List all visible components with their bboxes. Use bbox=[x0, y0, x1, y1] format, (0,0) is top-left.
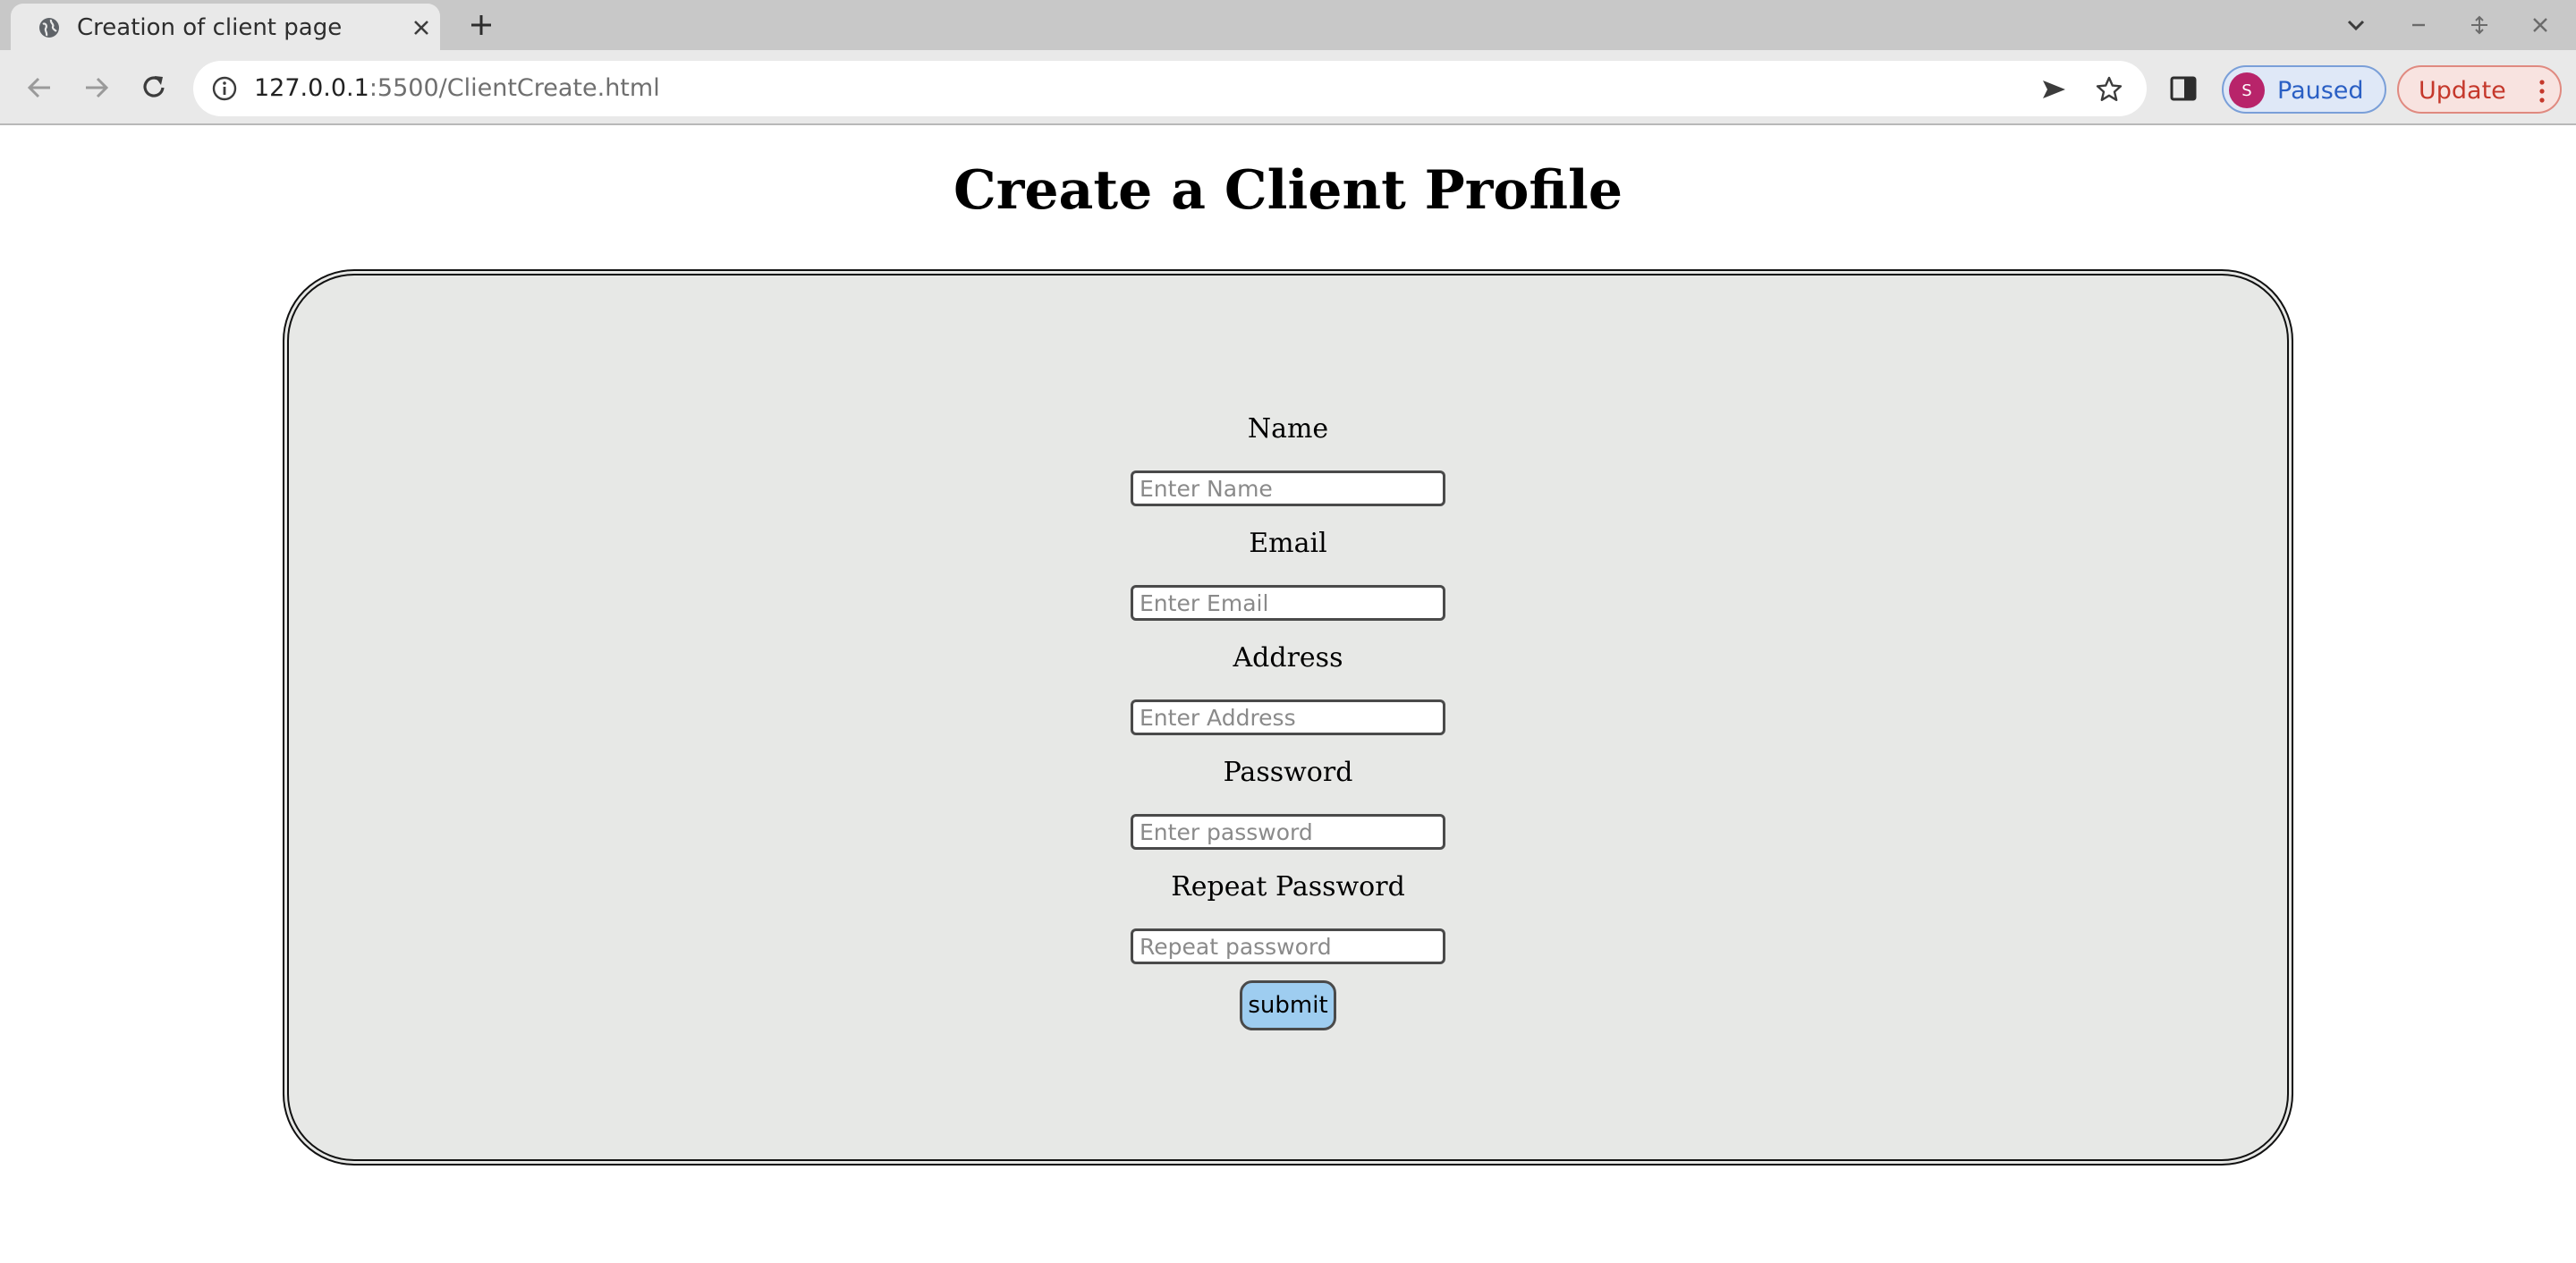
password-input[interactable] bbox=[1131, 814, 1445, 850]
repeat-password-label: Repeat Password bbox=[1171, 871, 1405, 903]
update-label: Update bbox=[2419, 77, 2506, 105]
send-icon[interactable] bbox=[2039, 75, 2068, 104]
side-panel-icon[interactable] bbox=[2168, 73, 2199, 104]
plus-icon[interactable] bbox=[467, 11, 496, 39]
avatar-initial: S bbox=[2241, 81, 2252, 100]
password-label: Password bbox=[1223, 757, 1353, 788]
maximize-icon[interactable] bbox=[2467, 13, 2492, 38]
minimize-icon[interactable] bbox=[2406, 13, 2431, 38]
email-input[interactable] bbox=[1131, 585, 1445, 621]
window-close-icon[interactable] bbox=[2528, 13, 2553, 38]
update-button[interactable]: Update bbox=[2397, 65, 2562, 114]
url-path: :5500/ClientCreate.html bbox=[369, 74, 660, 102]
back-arrow-icon[interactable] bbox=[23, 72, 55, 104]
tab-strip: Creation of client page bbox=[0, 0, 2576, 50]
avatar: S bbox=[2229, 72, 2265, 108]
url-text[interactable]: 127.0.0.1:5500/ClientCreate.html bbox=[254, 74, 660, 102]
email-label: Email bbox=[1249, 528, 1327, 559]
info-icon[interactable] bbox=[211, 75, 238, 102]
star-icon[interactable] bbox=[2095, 75, 2123, 104]
kebab-menu-icon[interactable] bbox=[2533, 78, 2551, 105]
url-host: 127.0.0.1 bbox=[254, 74, 369, 102]
forward-arrow-icon[interactable] bbox=[80, 72, 113, 104]
submit-button[interactable]: submit bbox=[1240, 980, 1336, 1030]
profile-button[interactable]: S Paused bbox=[2222, 65, 2386, 114]
address-input[interactable] bbox=[1131, 699, 1445, 735]
name-label: Name bbox=[1247, 413, 1329, 445]
name-input[interactable] bbox=[1131, 470, 1445, 506]
globe-icon bbox=[39, 18, 59, 38]
close-icon[interactable] bbox=[410, 16, 433, 39]
address-label: Address bbox=[1233, 642, 1343, 674]
chevron-down-icon[interactable] bbox=[2343, 13, 2368, 38]
page-title: Create a Client Profile bbox=[953, 159, 1623, 222]
profile-status: Paused bbox=[2277, 77, 2364, 105]
address-bar[interactable]: 127.0.0.1:5500/ClientCreate.html bbox=[193, 61, 2147, 116]
browser-tab[interactable]: Creation of client page bbox=[11, 4, 440, 50]
repeat-password-input[interactable] bbox=[1131, 928, 1445, 964]
reload-icon[interactable] bbox=[138, 72, 170, 104]
tab-title: Creation of client page bbox=[77, 14, 343, 41]
